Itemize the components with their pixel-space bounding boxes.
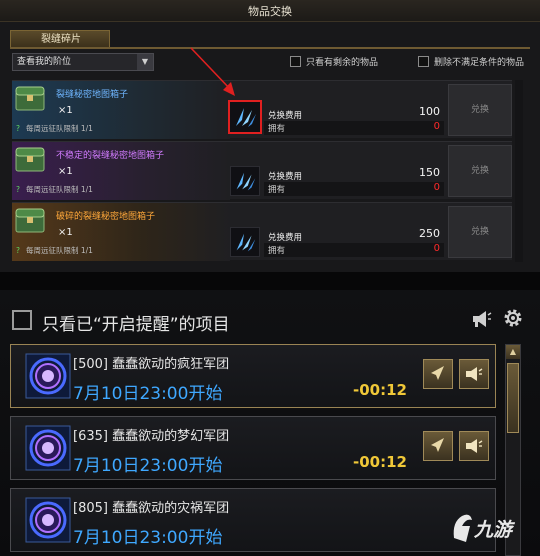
owned-row: 拥有 0 <box>264 243 444 257</box>
scroll-thumb[interactable] <box>507 363 519 433</box>
list-item: 破碎的裂缝秘密地图箱子 ×1 ? 每周远征队限制 1/1 兑换费用 250 拥有 … <box>12 202 512 261</box>
cost-value: 100 <box>419 105 440 118</box>
annotation-arrow-icon <box>190 47 235 96</box>
item-limit: ? 每周远征队限制 1/1 <box>16 124 93 133</box>
remaining-only-label: 只看有剩余的物品 <box>306 58 379 68</box>
event-name: [805] 蠢蠢欲动的灾祸军团 <box>73 501 230 516</box>
item-exchange-panel: 物品交换 裂缝碎片 查看我的阶位 ▼ 只看有剩余的物品 删除不满足条件的物品 裂… <box>0 0 540 272</box>
list-item[interactable]: [500] 蠢蠢欲动的疯狂军团 7月10日23:00开始 -00:12 <box>10 344 496 408</box>
reminder-button[interactable] <box>459 431 489 461</box>
crystal-icon <box>230 227 260 257</box>
owned-value: 0 <box>433 182 440 193</box>
crystal-icon <box>230 166 260 196</box>
cost-label: 兑换费用 <box>268 172 303 182</box>
event-time: 7月10日23:00开始 <box>73 528 223 548</box>
chest-icon <box>15 208 45 233</box>
crystal-icon <box>228 100 262 134</box>
list-item[interactable]: [805] 蠢蠢欲动的灾祸军团 7月10日23:00开始 <box>10 488 496 552</box>
item-info: 不稳定的裂缝秘密地图箱子 ×1 ? 每周远征队限制 1/1 <box>12 142 230 200</box>
item-quantity: ×1 <box>58 105 73 116</box>
chest-icon <box>15 86 45 111</box>
item-limit: ? 每周远征队限制 1/1 <box>16 185 93 194</box>
owned-row: 拥有 0 <box>264 121 444 135</box>
compass-icon <box>431 366 444 380</box>
help-icon[interactable]: ? <box>16 185 20 194</box>
item-name: 不稳定的裂缝秘密地图箱子 <box>56 151 165 161</box>
owned-row: 拥有 0 <box>264 182 444 196</box>
owned-label: 拥有 <box>268 124 286 134</box>
megaphone-icon <box>466 367 483 381</box>
tier-filter-select[interactable]: 查看我的阶位 ▼ <box>12 53 154 71</box>
reminder-only-label: 只看已“开启提醒”的项目 <box>42 315 230 335</box>
title-bar: 物品交换 <box>0 0 540 22</box>
event-name: [500] 蠢蠢欲动的疯狂军团 <box>73 357 230 372</box>
exchange-button[interactable]: 兑换 <box>448 145 512 197</box>
owned-value: 0 <box>433 243 440 254</box>
item-quantity: ×1 <box>58 227 73 238</box>
item-limit: ? 每周远征队限制 1/1 <box>16 246 93 255</box>
list-item: 裂缝秘密地图箱子 ×1 ? 每周远征队限制 1/1 兑换费用 100 拥有 0 兑… <box>12 80 512 139</box>
item-quantity: ×1 <box>58 166 73 177</box>
remaining-only-checkbox[interactable] <box>290 56 301 67</box>
cost-label: 兑换费用 <box>268 233 303 243</box>
tab-rift-fragments[interactable]: 裂缝碎片 <box>10 30 110 48</box>
list-item[interactable]: [635] 蠢蠢欲动的梦幻军团 7月10日23:00开始 -00:12 <box>10 416 496 480</box>
tier-filter-value: 查看我的阶位 <box>17 57 72 67</box>
navigate-button[interactable] <box>423 431 453 461</box>
cost-value: 250 <box>419 227 440 240</box>
owned-label: 拥有 <box>268 185 286 195</box>
tab-label: 裂缝碎片 <box>41 34 81 45</box>
event-time: 7月10日23:00开始 <box>73 384 223 404</box>
help-icon[interactable]: ? <box>16 246 20 255</box>
item-name: 破碎的裂缝秘密地图箱子 <box>56 212 156 222</box>
tab-divider <box>10 47 530 49</box>
event-time: 7月10日23:00开始 <box>73 456 223 476</box>
scroll-up-icon[interactable]: ▲ <box>506 345 520 359</box>
panel-title: 物品交换 <box>248 5 292 18</box>
cost-value: 150 <box>419 166 440 179</box>
item-name: 裂缝秘密地图箱子 <box>56 90 129 100</box>
scrollbar[interactable] <box>515 80 523 262</box>
hide-unmet-label: 删除不满足条件的物品 <box>434 58 525 68</box>
item-list: 裂缝秘密地图箱子 ×1 ? 每周远征队限制 1/1 兑换费用 100 拥有 0 兑… <box>12 80 512 263</box>
chevron-down-icon[interactable]: ▼ <box>137 54 153 70</box>
megaphone-icon[interactable] <box>470 308 492 330</box>
portal-icon <box>25 425 71 471</box>
watermark-text: 九游 <box>474 519 513 541</box>
event-name: [635] 蠢蠢欲动的梦幻军团 <box>73 429 230 444</box>
divider <box>0 272 540 290</box>
owned-value: 0 <box>433 121 440 132</box>
event-list: [500] 蠢蠢欲动的疯狂军团 7月10日23:00开始 -00:12 [635… <box>10 344 496 556</box>
portal-icon <box>25 353 71 399</box>
help-icon[interactable]: ? <box>16 124 20 133</box>
exchange-button[interactable]: 兑换 <box>448 84 512 136</box>
navigate-button[interactable] <box>423 359 453 389</box>
portal-icon <box>25 497 71 543</box>
owned-label: 拥有 <box>268 246 286 256</box>
reminder-only-checkbox[interactable] <box>12 310 32 330</box>
megaphone-icon <box>466 439 483 453</box>
event-countdown: -00:12 <box>353 381 407 399</box>
chest-icon <box>15 147 45 172</box>
reminder-button[interactable] <box>459 359 489 389</box>
exchange-button[interactable]: 兑换 <box>448 206 512 258</box>
item-info: 破碎的裂缝秘密地图箱子 ×1 ? 每周远征队限制 1/1 <box>12 203 230 261</box>
list-item: 不稳定的裂缝秘密地图箱子 ×1 ? 每周远征队限制 1/1 兑换费用 150 拥有… <box>12 141 512 200</box>
hide-unmet-checkbox[interactable] <box>418 56 429 67</box>
event-countdown: -00:12 <box>353 453 407 471</box>
gear-icon[interactable] <box>502 307 524 329</box>
compass-icon <box>431 438 444 452</box>
cost-label: 兑换费用 <box>268 111 303 121</box>
